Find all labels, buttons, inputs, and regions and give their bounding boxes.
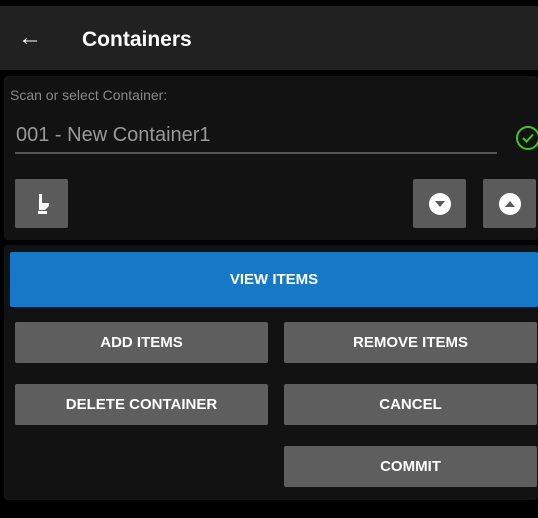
next-container-button[interactable] bbox=[413, 179, 466, 228]
commit-button[interactable]: COMMIT bbox=[284, 446, 537, 487]
circle-chevron-up-icon bbox=[498, 192, 521, 215]
hand-pointer-icon bbox=[37, 193, 49, 214]
view-items-button[interactable]: VIEW ITEMS bbox=[10, 252, 538, 307]
pick-container-button[interactable] bbox=[15, 179, 68, 228]
cancel-button[interactable]: CANCEL bbox=[284, 384, 537, 425]
previous-container-button[interactable] bbox=[483, 179, 536, 228]
add-items-button[interactable]: ADD ITEMS bbox=[15, 322, 268, 363]
container-select-panel: Scan or select Container: 001 - New Cont… bbox=[4, 76, 538, 240]
actions-panel: VIEW ITEMS ADD ITEMS REMOVE ITEMS DELETE… bbox=[4, 245, 538, 500]
container-input[interactable]: 001 - New Container1 bbox=[15, 124, 497, 154]
check-circle-icon bbox=[516, 126, 538, 150]
page-title: Containers bbox=[82, 28, 192, 51]
delete-container-button[interactable]: DELETE CONTAINER bbox=[15, 384, 268, 425]
circle-chevron-down-icon bbox=[428, 192, 451, 215]
app-bar: ← Containers bbox=[0, 6, 538, 70]
back-arrow-icon[interactable]: ← bbox=[18, 24, 42, 52]
scan-label: Scan or select Container: bbox=[10, 87, 168, 103]
remove-items-button[interactable]: REMOVE ITEMS bbox=[284, 322, 537, 363]
